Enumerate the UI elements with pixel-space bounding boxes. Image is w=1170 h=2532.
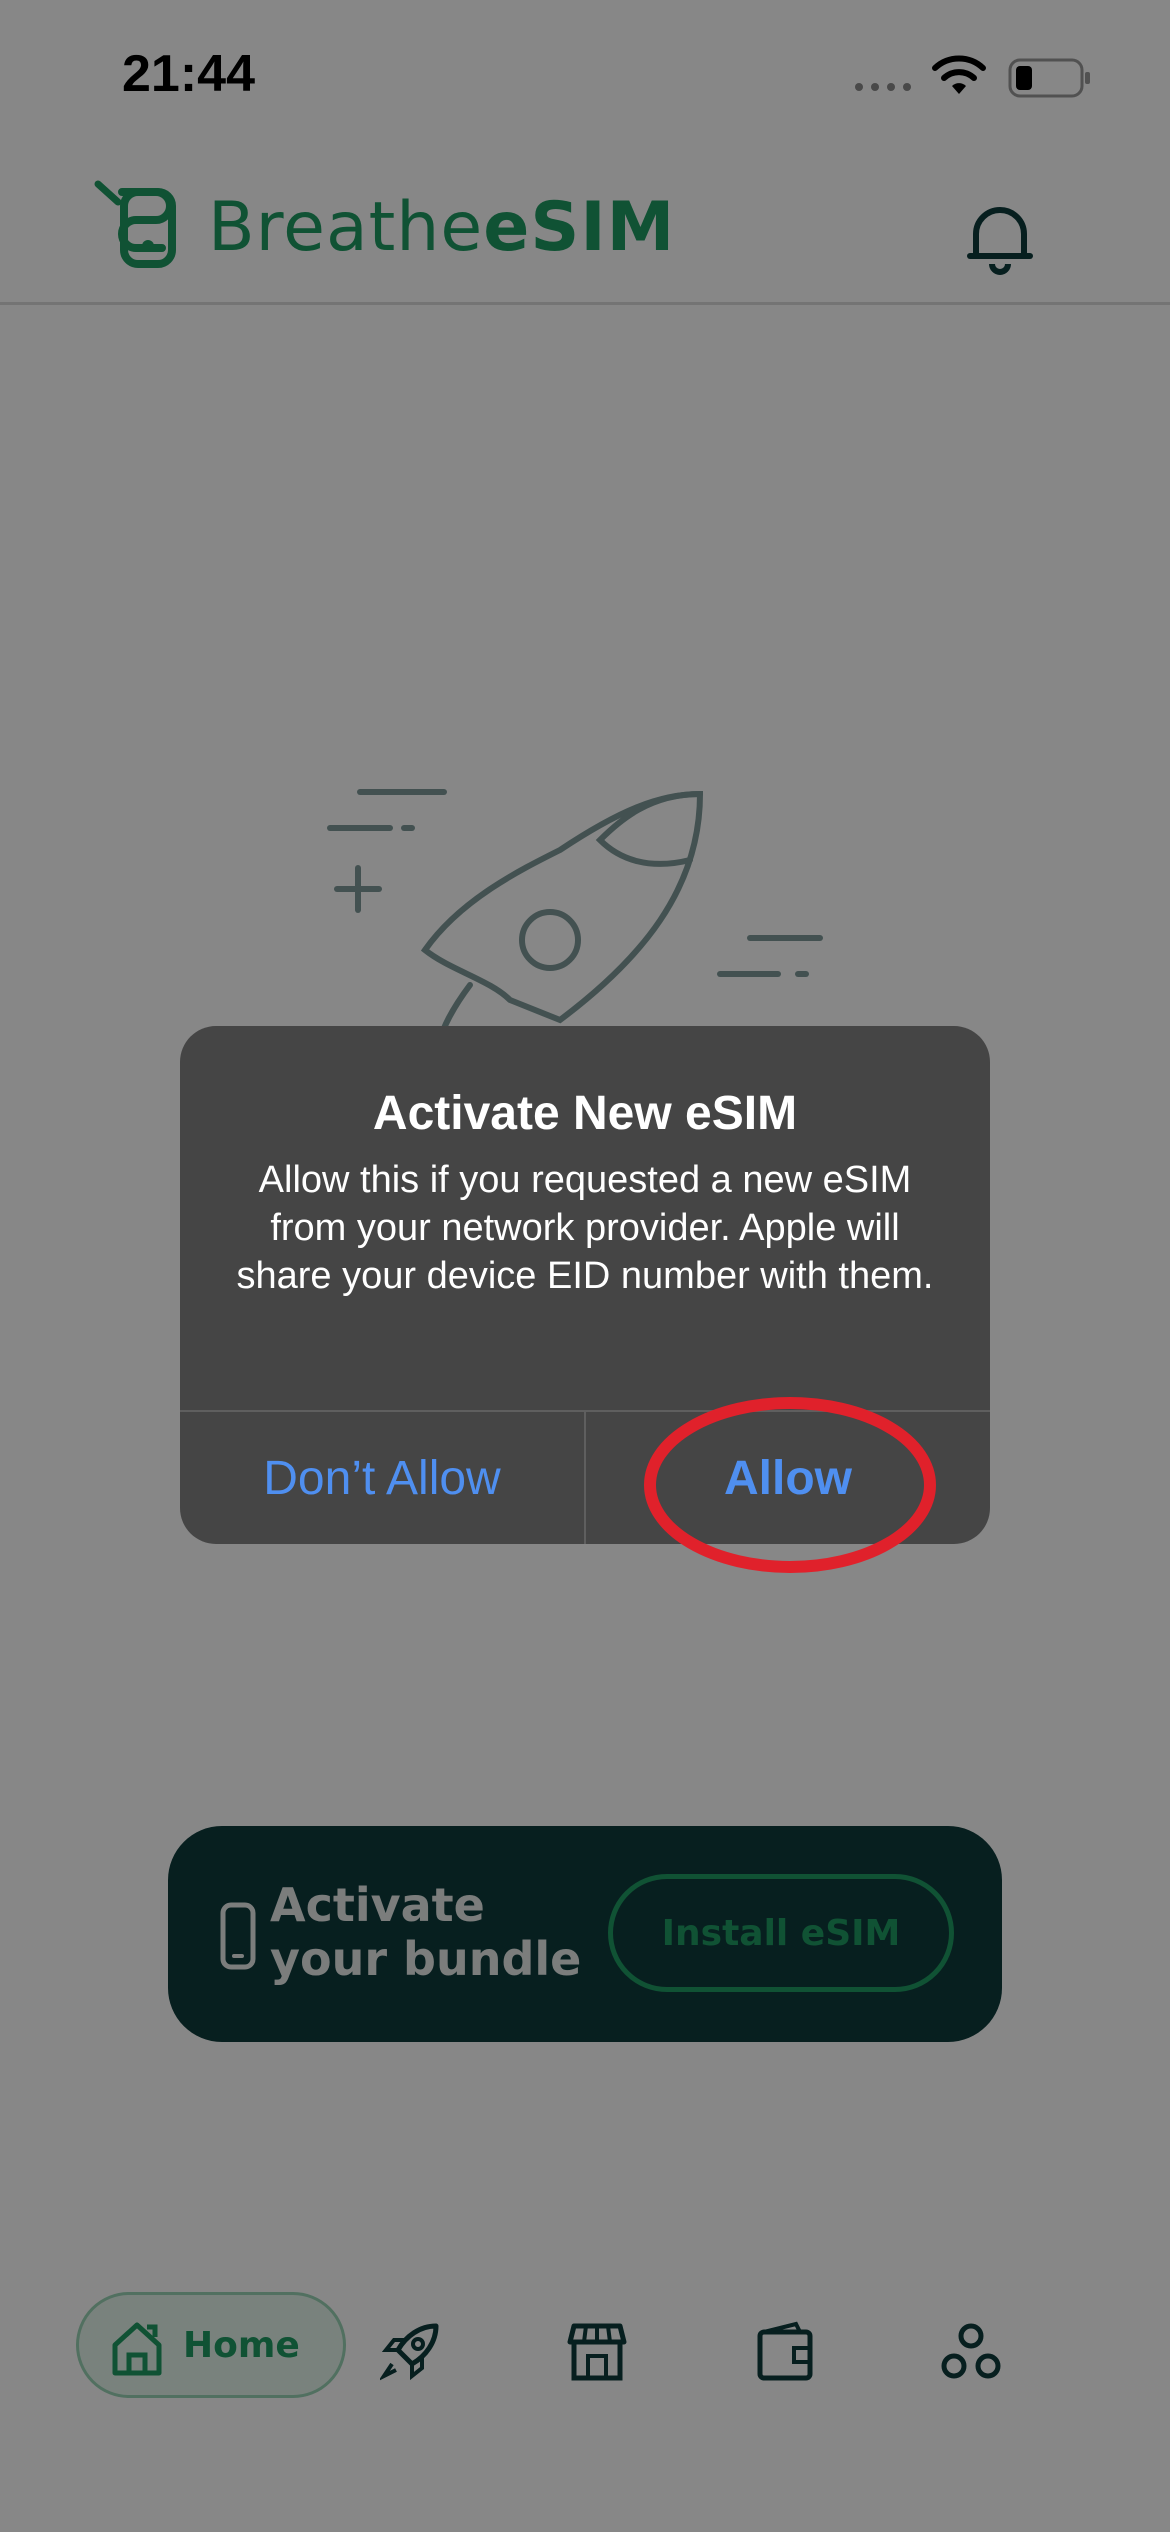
app-screen: 21:44 BreatheeSIM Activate your bundle I… bbox=[0, 0, 1170, 2532]
alert-title: Activate New eSIM bbox=[372, 1087, 798, 1140]
dont-allow-button[interactable]: Don’t Allow bbox=[180, 1412, 584, 1544]
alert-message: Allow this if you requested a new eSIM f… bbox=[236, 1159, 934, 1297]
highlight-circle bbox=[644, 1397, 936, 1573]
